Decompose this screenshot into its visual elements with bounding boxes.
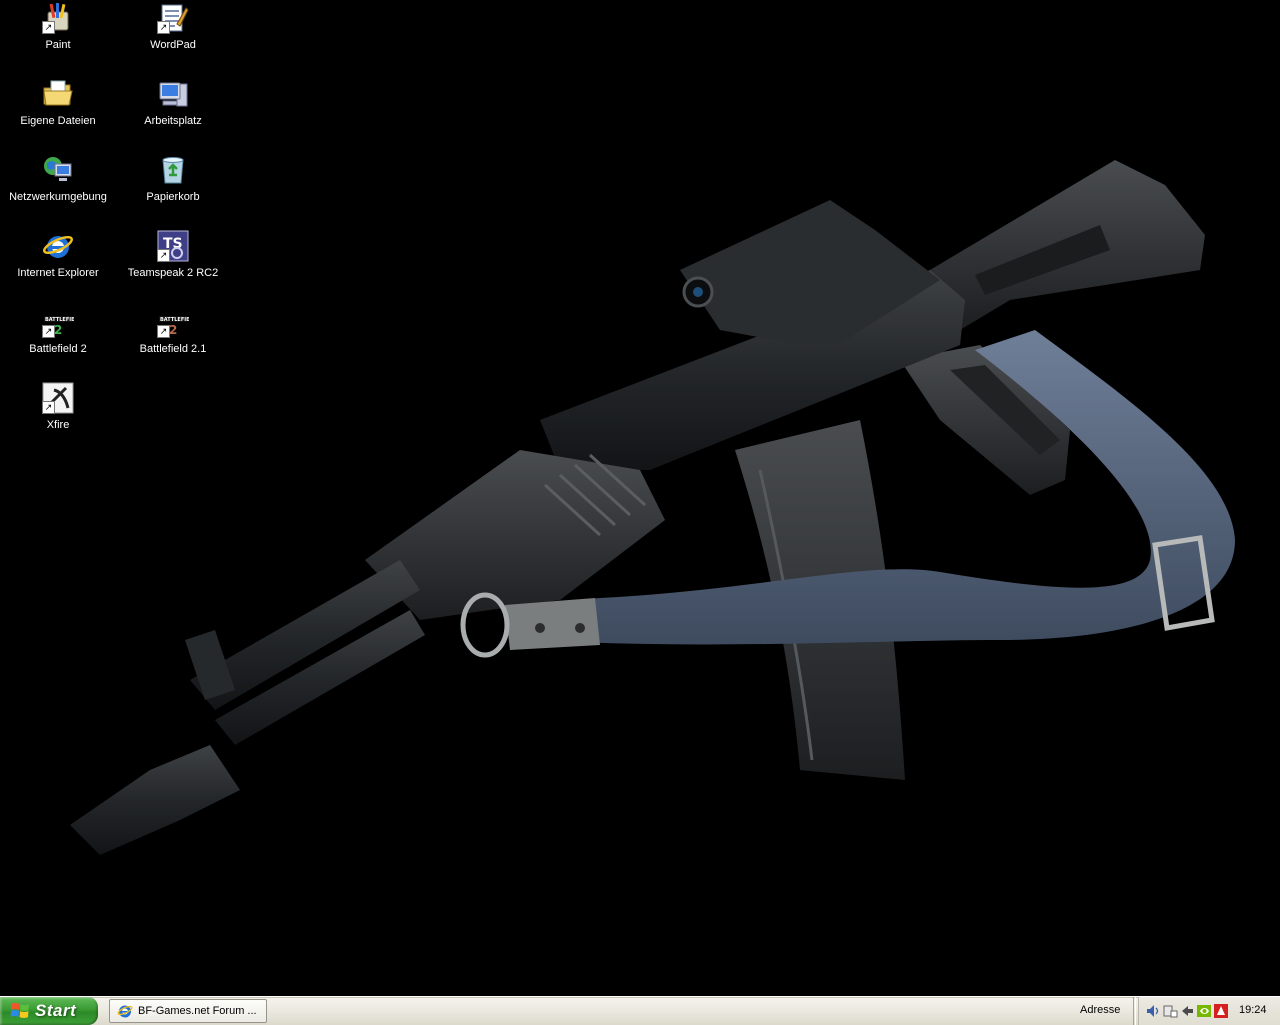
desktop-icon-label: Xfire (46, 419, 70, 431)
desktop-icon-label: Battlefield 2 (29, 343, 87, 355)
internet-explorer-icon (117, 1005, 133, 1018)
battlefield-2-1-icon: BATTLEFIELD 2 ↗ (157, 306, 189, 338)
paint-icon: ↗ (42, 2, 74, 34)
taskbar-button-bf-games-forum[interactable]: BF-Games.net Forum ... (109, 999, 267, 1023)
desktop-icon-label: WordPad (150, 39, 196, 51)
start-button[interactable]: Start (0, 997, 98, 1025)
desktop-icon-my-computer[interactable]: Arbeitsplatz (117, 78, 229, 148)
taskbar-button-label: BF-Games.net Forum ... (138, 1005, 257, 1017)
desktop-icon-wordpad[interactable]: ↗ WordPad (117, 2, 229, 72)
rifle-wallpaper (70, 160, 1235, 855)
system-clock[interactable]: 19:24 (1239, 1004, 1267, 1016)
my-documents-icon (42, 78, 74, 110)
desktop-icon-battlefield-2[interactable]: BATTLEFIELD 2 ↗ Battlefield 2 (2, 306, 114, 376)
shortcut-arrow-icon: ↗ (42, 401, 55, 414)
recycle-bin-icon (157, 154, 189, 186)
xfire-icon: ↗ (42, 382, 74, 414)
desktop-icon-battlefield-2-1[interactable]: BATTLEFIELD 2 ↗ Battlefield 2.1 (117, 306, 229, 376)
tray-divider (1133, 997, 1136, 1025)
desktop-icon-recycle-bin[interactable]: Papierkorb (117, 154, 229, 224)
svg-text:2: 2 (169, 323, 177, 337)
svg-text:2: 2 (54, 323, 62, 337)
teamspeak-icon: TS ↗ (157, 230, 189, 262)
safely-remove-hardware-icon[interactable] (1162, 1003, 1178, 1019)
system-tray: 19:24 (1138, 997, 1280, 1025)
my-computer-icon (157, 78, 189, 110)
shortcut-arrow-icon: ↗ (42, 325, 55, 338)
battlefield-2-icon: BATTLEFIELD 2 ↗ (42, 306, 74, 338)
wordpad-icon: ↗ (157, 2, 189, 34)
antivirus-icon[interactable] (1213, 1003, 1229, 1019)
desktop-icon-label: Netzwerkumgebung (9, 191, 107, 203)
desktop-icon-label: Eigene Dateien (20, 115, 96, 127)
volume-icon[interactable] (1145, 1003, 1161, 1019)
desktop-icon-my-documents[interactable]: Eigene Dateien (2, 78, 114, 148)
start-label: Start (35, 1001, 77, 1020)
windows-logo-icon (10, 1002, 29, 1018)
desktop-icon-label: Papierkorb (146, 191, 200, 203)
network-places-icon (42, 154, 74, 186)
shortcut-arrow-icon: ↗ (42, 21, 55, 34)
nvidia-icon[interactable] (1196, 1003, 1212, 1019)
shortcut-arrow-icon: ↗ (157, 325, 170, 338)
desktop-icon-label: Battlefield 2.1 (139, 343, 207, 355)
desktop[interactable]: ↗ Paint ↗ WordPad Eigene Dateien Arbeits… (0, 0, 1280, 996)
desktop-icon-label: Paint (45, 39, 71, 51)
desktop-icon-internet-explorer[interactable]: Internet Explorer (2, 230, 114, 300)
desktop-icon-teamspeak[interactable]: TS ↗ Teamspeak 2 RC2 (117, 230, 229, 300)
internet-explorer-icon (42, 230, 74, 262)
shortcut-arrow-icon: ↗ (157, 21, 170, 34)
desktop-icon-label: Internet Explorer (17, 267, 99, 279)
desktop-icon-label: Arbeitsplatz (144, 115, 202, 127)
desktop-icon-paint[interactable]: ↗ Paint (2, 2, 114, 72)
taskbar: Start BF-Games.net Forum ... Adresse 19:… (0, 996, 1280, 1025)
desktop-icon-label: Teamspeak 2 RC2 (127, 267, 219, 279)
desktop-icon-xfire[interactable]: ↗ Xfire (2, 382, 114, 452)
address-toolbar-label[interactable]: Adresse (1080, 1004, 1120, 1016)
desktop-icon-network-places[interactable]: Netzwerkumgebung (2, 154, 114, 224)
back-arrow-icon[interactable] (1179, 1003, 1195, 1019)
shortcut-arrow-icon: ↗ (157, 249, 170, 262)
